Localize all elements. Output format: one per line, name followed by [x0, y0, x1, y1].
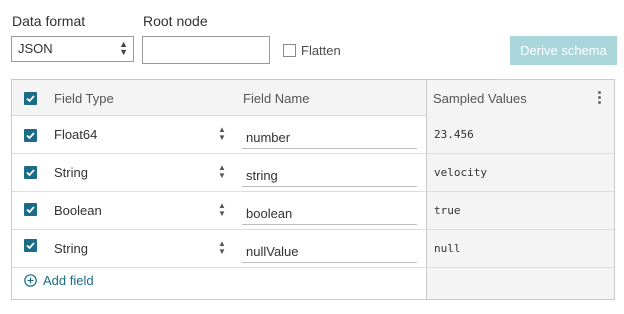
sampled-value: null — [434, 242, 461, 255]
add-field-label: Add field — [43, 273, 94, 288]
add-field-button[interactable]: Add field — [24, 273, 94, 288]
data-format-value: JSON — [18, 41, 53, 56]
checkmark-icon — [26, 132, 35, 140]
table-row: Boolean ▲ ▼ boolean true — [12, 192, 614, 230]
field-type-select[interactable]: String — [54, 241, 88, 256]
field-type-select[interactable]: String — [54, 165, 88, 180]
field-type-select[interactable]: Boolean — [54, 203, 102, 218]
field-name-input[interactable]: string — [242, 157, 417, 187]
flatten-label: Flatten — [301, 43, 341, 58]
sampled-value: true — [434, 204, 461, 217]
field-name-input[interactable]: number — [242, 119, 417, 149]
field-name-value: nullValue — [246, 244, 299, 259]
root-node-input[interactable] — [142, 36, 270, 64]
sampled-value: velocity — [434, 166, 487, 179]
sampled-values-header: Sampled Values — [433, 91, 527, 106]
field-name-input[interactable]: boolean — [242, 195, 417, 225]
schema-table: Field Type Field Name Sampled Values Flo… — [11, 79, 615, 300]
root-node-label: Root node — [143, 13, 208, 29]
flatten-toggle[interactable]: Flatten — [283, 43, 341, 58]
updown-chevron-icon: ▲ ▼ — [218, 163, 226, 180]
checkmark-icon — [26, 95, 35, 103]
row-checkbox[interactable] — [24, 129, 37, 142]
updown-chevron-icon: ▲ ▼ — [119, 39, 128, 57]
updown-chevron-icon: ▲ ▼ — [218, 125, 226, 142]
table-row: String ▲ ▼ string velocity — [12, 154, 614, 192]
field-name-value: string — [246, 168, 278, 183]
field-type-select[interactable]: Float64 — [54, 127, 97, 142]
field-name-value: boolean — [246, 206, 293, 221]
table-row: String ▲ ▼ nullValue null — [12, 230, 614, 268]
row-checkbox[interactable] — [24, 166, 37, 179]
derive-schema-button[interactable]: Derive schema — [510, 36, 617, 65]
plus-circle-icon — [24, 274, 37, 287]
row-checkbox[interactable] — [24, 203, 37, 216]
checkmark-icon — [26, 242, 35, 250]
field-name-input[interactable]: nullValue — [242, 233, 417, 263]
field-type-header: Field Type — [54, 91, 114, 106]
updown-chevron-icon: ▲ ▼ — [218, 239, 226, 256]
select-all-checkbox[interactable] — [24, 92, 37, 105]
kebab-menu-icon[interactable] — [594, 89, 604, 107]
table-row: Float64 ▲ ▼ number 23.456 — [12, 116, 614, 154]
checkmark-icon — [26, 169, 35, 177]
sampled-value: 23.456 — [434, 128, 474, 141]
flatten-checkbox[interactable] — [283, 44, 296, 57]
row-checkbox[interactable] — [24, 239, 37, 252]
checkmark-icon — [26, 206, 35, 214]
updown-chevron-icon: ▲ ▼ — [218, 201, 226, 218]
field-name-value: number — [246, 130, 291, 145]
field-name-header: Field Name — [243, 91, 310, 106]
data-format-label: Data format — [12, 13, 86, 29]
data-format-select[interactable]: JSON ▲ ▼ — [11, 36, 134, 62]
